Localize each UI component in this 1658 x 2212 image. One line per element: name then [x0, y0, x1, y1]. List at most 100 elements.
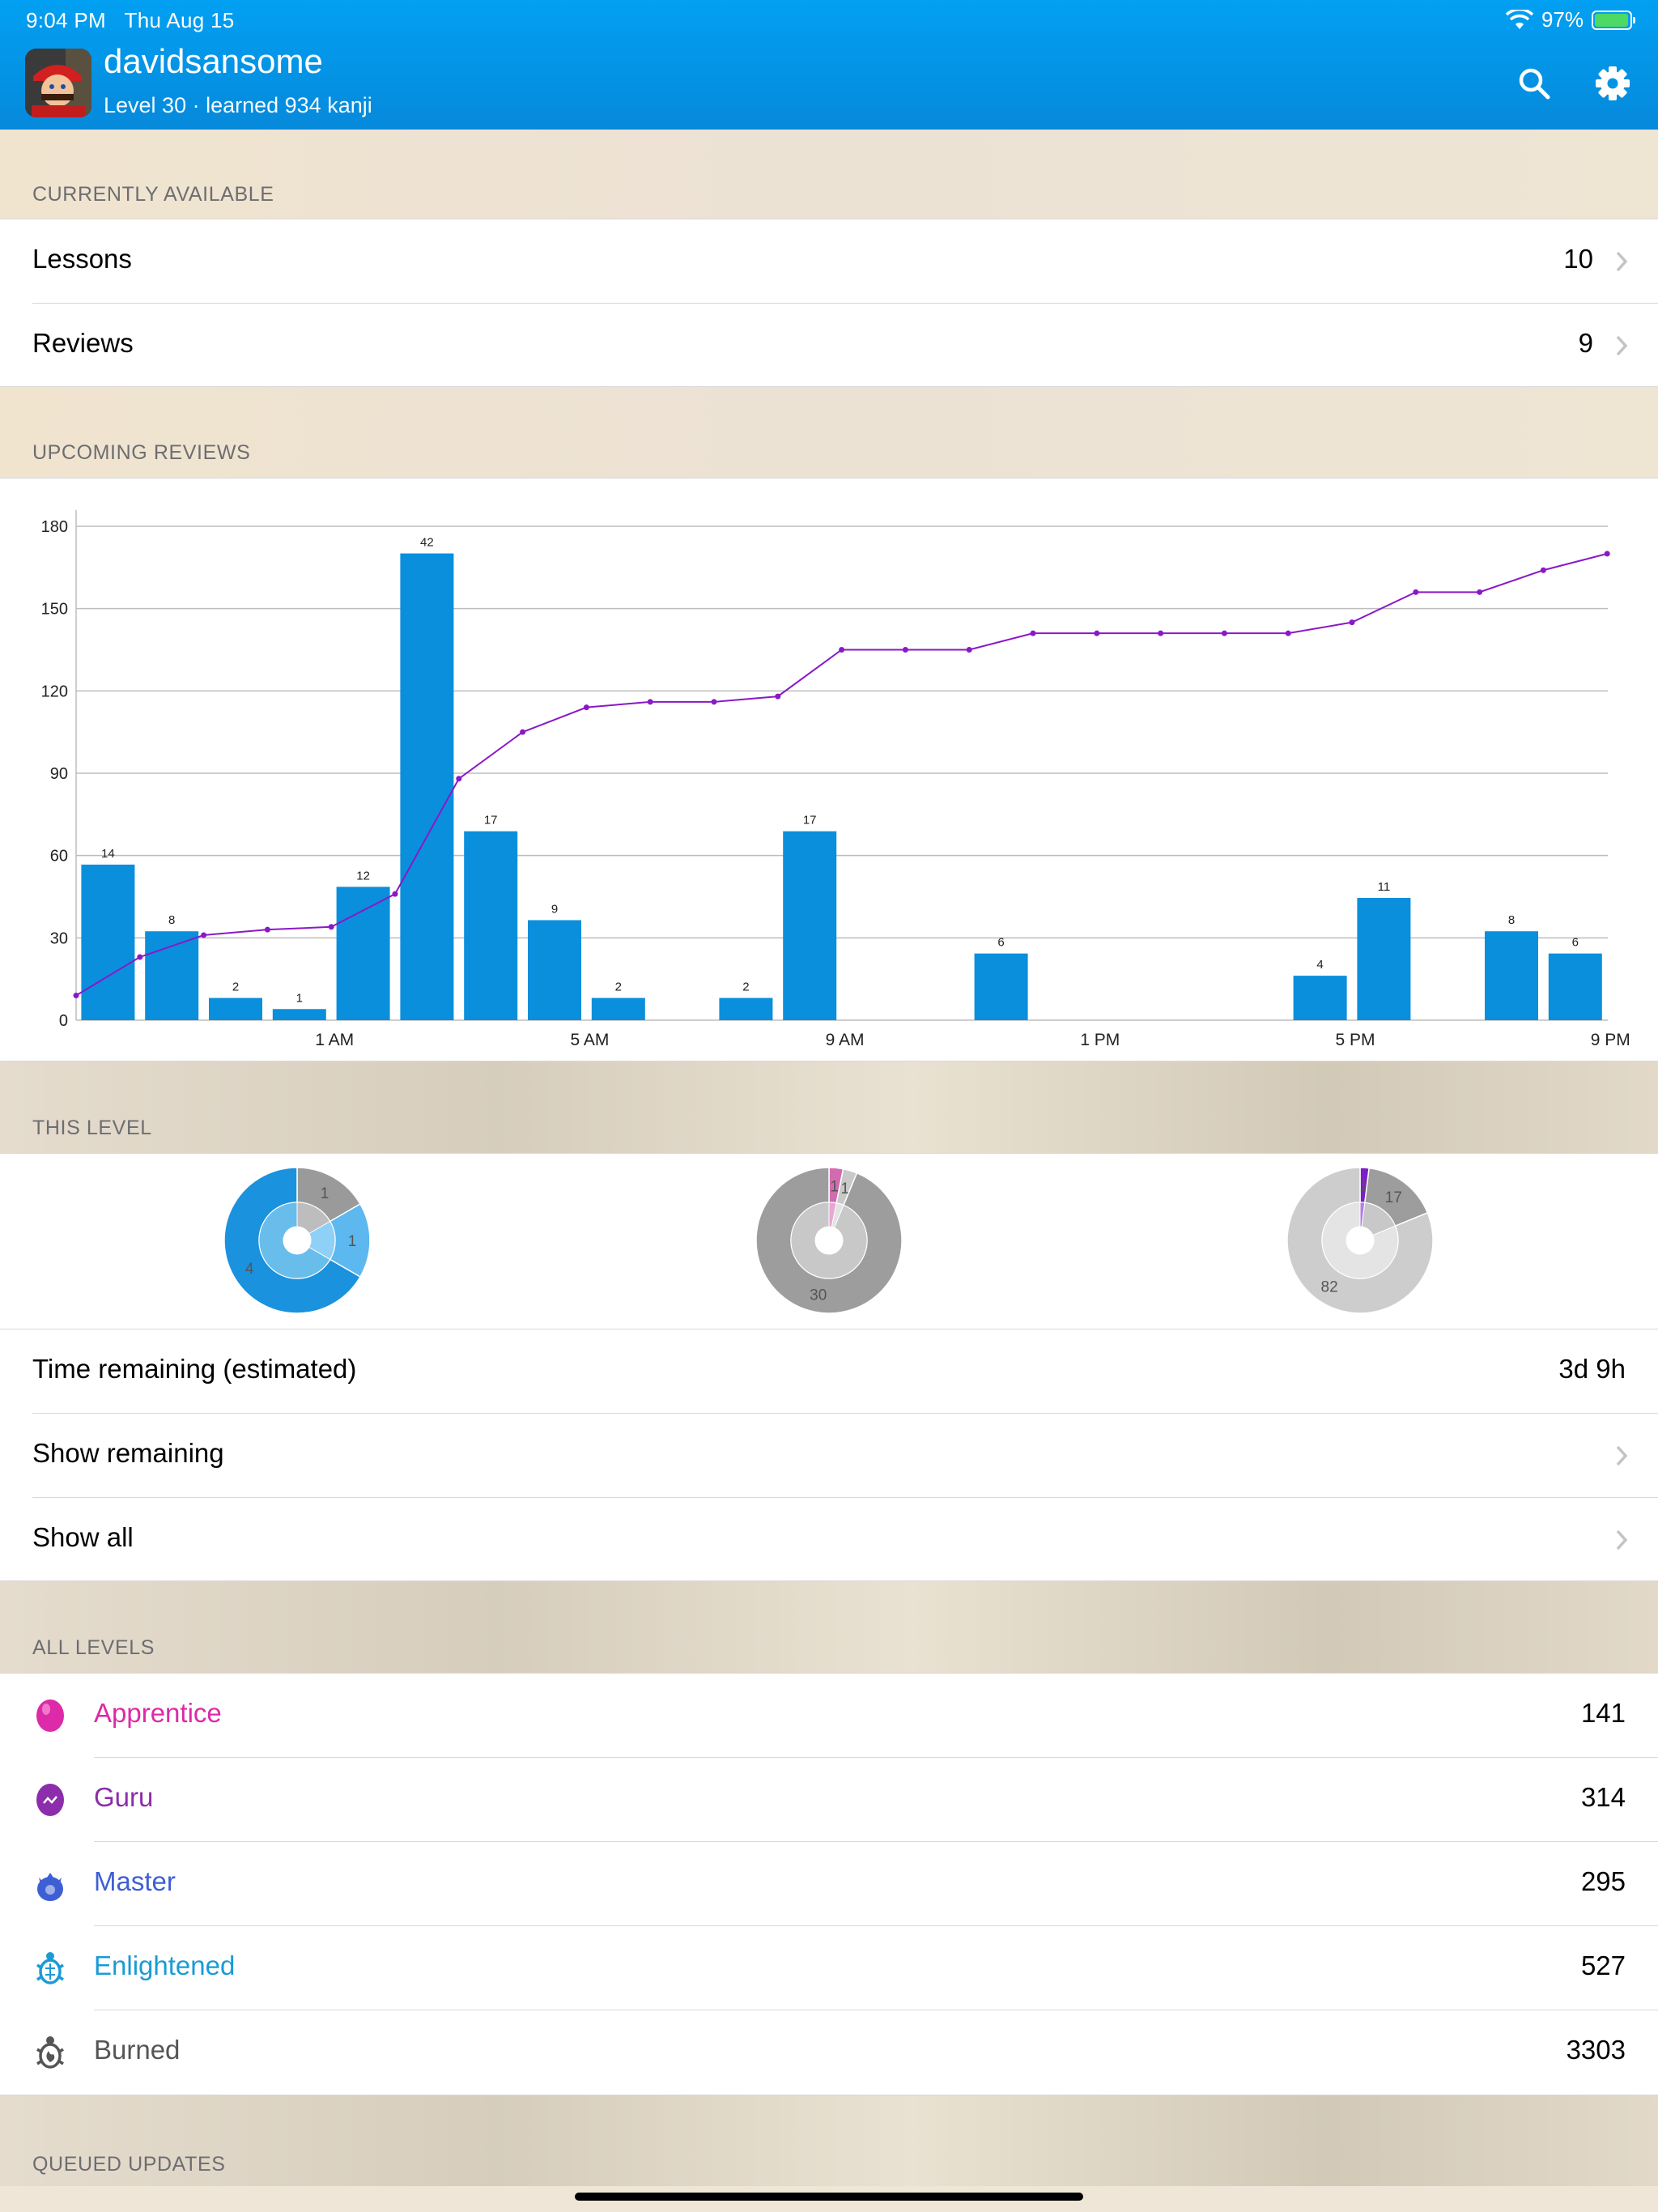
bar-value-label: 4 — [1316, 958, 1323, 972]
y-tick-label: 60 — [50, 848, 68, 866]
line-point — [1477, 589, 1483, 595]
wifi-icon — [1505, 9, 1533, 29]
line-point — [1285, 630, 1291, 636]
srs-level-count: 141 — [1580, 1698, 1626, 1728]
line-point — [1030, 630, 1036, 636]
y-tick-label: 150 — [41, 601, 68, 619]
bar-value-label: 2 — [232, 981, 239, 994]
bar-value-label: 1 — [296, 991, 303, 1005]
line-point — [1349, 619, 1355, 626]
section-title: UPCOMING REVIEWS — [32, 441, 251, 464]
srs-level-row-guru[interactable]: Guru 314 — [0, 1758, 1658, 1842]
bar-value-label: 14 — [101, 847, 115, 861]
section-header-all-levels: ALL LEVELS — [0, 1581, 1658, 1673]
section-title: THIS LEVEL — [32, 1117, 152, 1139]
y-tick-label: 120 — [41, 683, 68, 700]
x-tick-label: 5 AM — [570, 1031, 609, 1049]
srs-level-count: 295 — [1580, 1866, 1626, 1896]
y-tick-label: 90 — [50, 765, 68, 783]
srs-level-row-master[interactable]: Master 295 — [0, 1842, 1658, 1926]
gear-icon[interactable] — [1592, 63, 1633, 104]
srs-level-row-apprentice[interactable]: Apprentice 141 — [0, 1674, 1658, 1758]
all-levels-panel: Apprentice 141 Guru 314 Master 295 Enlig… — [0, 1674, 1658, 2095]
bar — [1357, 898, 1411, 1020]
master-turtle-icon — [37, 1873, 63, 1901]
section-header-upcoming-reviews: UPCOMING REVIEWS — [0, 387, 1658, 478]
bar — [272, 1009, 326, 1020]
bar — [81, 864, 135, 1020]
reviews-label: Reviews — [32, 328, 134, 358]
pie-slice-label: 1 — [830, 1178, 839, 1195]
bar — [783, 831, 837, 1020]
line-point — [902, 647, 908, 653]
guru-egg-icon — [36, 1784, 64, 1816]
line-point — [328, 924, 334, 930]
level-progress-pies: 1141 13011782 — [223, 1167, 1434, 1314]
line-point — [456, 776, 462, 782]
show-all-row[interactable]: Show all — [0, 1498, 1658, 1582]
pie-slice-label: 82 — [1321, 1278, 1338, 1295]
show-all-label: Show all — [32, 1522, 134, 1552]
upcoming-reviews-chart: 0 30 60 90 120 150 180 14 8 2 1 12 42 17 9 2 2 17 6 4 11 8 6 1 … — [41, 510, 1630, 1049]
y-tick-label: 30 — [50, 929, 68, 947]
bar — [209, 998, 262, 1020]
time-remaining-row: Time remaining (estimated) 3d 9h — [0, 1329, 1658, 1414]
y-tick-label: 180 — [41, 518, 68, 536]
srs-level-row-enlightened[interactable]: Enlightened 527 — [0, 1926, 1658, 2010]
status-time: 9:04 PM — [26, 8, 106, 32]
avatar-image — [25, 49, 91, 117]
currently-available-panel: Lessons 10 Reviews 9 — [0, 219, 1658, 386]
bar-value-label: 6 — [997, 936, 1004, 950]
bar-value-label: 2 — [615, 981, 622, 994]
bar — [400, 553, 454, 1020]
bar — [591, 998, 645, 1020]
pie-slice-inner — [790, 1202, 868, 1279]
section-header-currently-available: CURRENTLY AVAILABLE — [0, 130, 1658, 219]
srs-level-name: Guru — [94, 1782, 154, 1812]
show-remaining-row[interactable]: Show remaining — [0, 1414, 1658, 1498]
bar — [464, 831, 518, 1020]
line-point — [137, 954, 143, 960]
this-level-panel: 1 1 4 1 1 30 1 17 82 Time remaining (estimated) … — [0, 1154, 1658, 1580]
bar — [719, 998, 773, 1020]
line-point — [1413, 589, 1419, 595]
username: davidsansome — [104, 42, 323, 80]
line-point — [201, 932, 207, 938]
pie-slice-label: 1 — [321, 1185, 329, 1202]
bar-value-label: 17 — [803, 814, 817, 827]
pie-slice-label: 1 — [348, 1233, 357, 1250]
lessons-count: 10 — [1563, 244, 1593, 274]
line-point — [1221, 630, 1227, 636]
battery-icon — [1592, 10, 1635, 30]
chevron-right-icon — [1616, 1445, 1628, 1466]
srs-level-row-burned[interactable]: Burned 3303 — [0, 2010, 1658, 2095]
status-date: Thu Aug 15 — [124, 8, 235, 32]
line-point — [839, 647, 845, 653]
avatar[interactable] — [25, 49, 91, 117]
line-point — [1158, 630, 1164, 636]
battery-percent: 97% — [1541, 7, 1584, 32]
lessons-row[interactable]: Lessons 10 — [0, 219, 1658, 304]
line-point — [647, 699, 653, 705]
line-point — [264, 926, 270, 933]
srs-level-count: 314 — [1580, 1782, 1626, 1812]
line-point — [711, 699, 717, 705]
bar — [974, 953, 1028, 1020]
line-point — [1094, 630, 1100, 636]
section-title: ALL LEVELS — [32, 1636, 155, 1659]
x-tick-label: 5 PM — [1335, 1031, 1375, 1049]
reviews-row[interactable]: Reviews 9 — [0, 304, 1658, 388]
bar-value-label: 9 — [551, 902, 558, 916]
app-header: 9:04 PM Thu Aug 15 97% davidsansome Leve… — [0, 0, 1658, 130]
show-remaining-label: Show remaining — [32, 1438, 224, 1468]
srs-level-count: 3303 — [1566, 2035, 1626, 2065]
home-indicator[interactable] — [575, 2193, 1083, 2201]
upcoming-reviews-chart-panel: 0 30 60 90 120 150 180 14 8 2 1 12 42 17 9 2 2 17 6 4 11 8 6 1 … — [0, 479, 1658, 1061]
pie-slice-label: 30 — [810, 1287, 827, 1304]
x-tick-label: 9 PM — [1591, 1031, 1630, 1049]
burned-turtle-icon — [36, 2036, 64, 2069]
line-point — [73, 993, 79, 998]
chevron-right-icon — [1616, 1529, 1628, 1551]
bar — [1485, 931, 1538, 1020]
search-icon[interactable] — [1514, 63, 1554, 104]
